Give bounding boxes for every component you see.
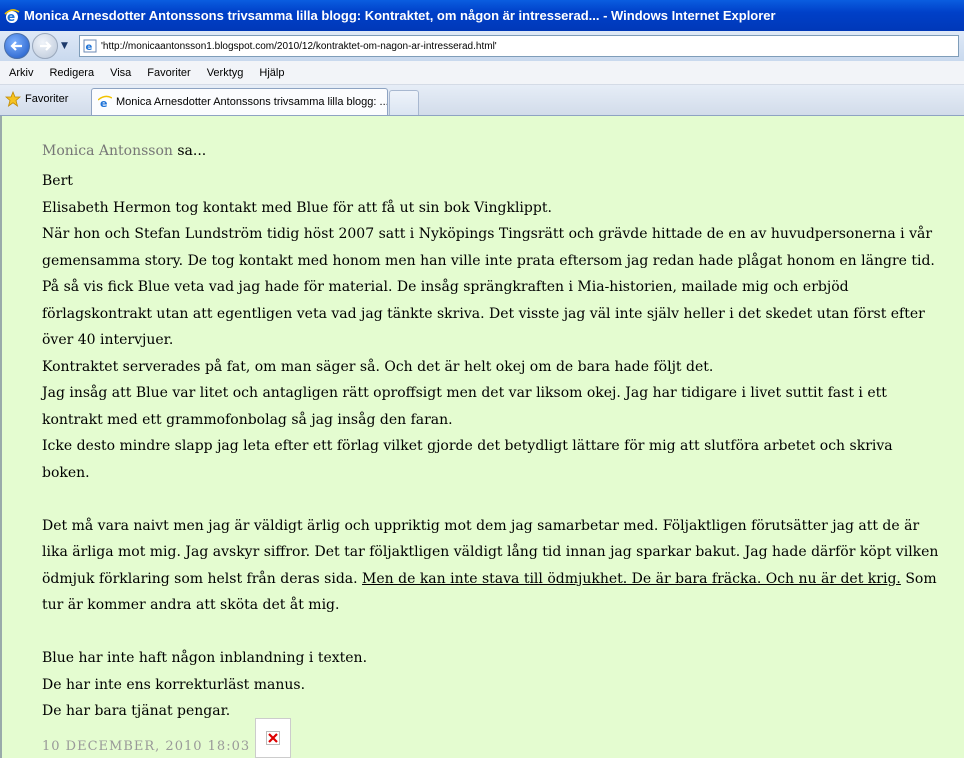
comment-line: Kontraktet serverades på fat, om man säg…: [42, 358, 714, 375]
internet-explorer-icon: e: [4, 8, 20, 24]
menu-arkiv[interactable]: Arkiv: [0, 67, 40, 79]
comment-line: På så vis fick Blue veta vad jag hade fö…: [42, 279, 925, 348]
tab-bar: Favoriter e Monica Arnesdotter Antonsson…: [0, 85, 964, 116]
svg-text:e: e: [86, 42, 93, 53]
comment-line: När hon och Stefan Lundström tidig höst …: [42, 226, 935, 269]
comment-header: Monica Antonsson sa...: [42, 138, 942, 164]
forward-arrow-icon: [40, 41, 52, 51]
comment-author-link[interactable]: Monica Antonsson: [42, 143, 173, 159]
menu-redigera[interactable]: Redigera: [40, 67, 101, 79]
inline-link[interactable]: Men de kan inte stava till ödmjukhet. De…: [362, 571, 901, 587]
comment-line: Blue har inte haft någon inblandning i t…: [42, 650, 368, 666]
star-icon: [5, 91, 21, 107]
forward-button[interactable]: [32, 33, 58, 59]
page-content: Monica Antonsson sa... Bert Elisabeth He…: [0, 116, 964, 758]
comment: Monica Antonsson sa... Bert Elisabeth He…: [42, 138, 942, 725]
url-field[interactable]: e: [79, 35, 959, 57]
broken-image[interactable]: [255, 718, 292, 758]
comment-timestamp[interactable]: 10 DECEMBER, 2010 18:03: [42, 739, 250, 754]
back-arrow-icon: [10, 41, 22, 51]
page-icon: e: [83, 39, 97, 53]
new-tab-button[interactable]: [389, 90, 419, 115]
comment-paragraph: Det må vara naivt men jag är väldigt ärl…: [42, 513, 942, 619]
comment-line: De har inte ens korrekturläst manus.: [42, 676, 306, 693]
menu-bar: Arkiv Redigera Visa Favoriter Verktyg Hj…: [0, 61, 964, 85]
comment-line: Icke desto mindre slapp jag leta efter e…: [42, 438, 893, 481]
url-input[interactable]: [101, 40, 941, 52]
tab-label: Monica Arnesdotter Antonssons trivsamma …: [116, 96, 388, 108]
menu-visa[interactable]: Visa: [101, 67, 138, 79]
favorites-button[interactable]: Favoriter: [5, 91, 68, 107]
comment-line: Elisabeth Hermon tog kontakt med Blue fö…: [42, 199, 552, 216]
back-button[interactable]: [4, 33, 30, 59]
says-label: sa...: [172, 143, 207, 159]
history-dropdown-icon[interactable]: ▼: [61, 41, 73, 51]
menu-hjalp[interactable]: Hjälp: [250, 67, 291, 79]
menu-verktyg[interactable]: Verktyg: [198, 67, 251, 79]
comment-footer: 10 DECEMBER, 2010 18:03: [42, 714, 292, 758]
menu-favoriter[interactable]: Favoriter: [138, 67, 197, 79]
tab-active[interactable]: e Monica Arnesdotter Antonssons trivsamm…: [91, 88, 388, 115]
window-title: Monica Arnesdotter Antonssons trivsamma …: [24, 8, 776, 23]
page-icon: e: [98, 95, 112, 109]
svg-text:e: e: [100, 97, 107, 109]
favorites-label: Favoriter: [25, 93, 69, 105]
window-titlebar: e Monica Arnesdotter Antonssons trivsamm…: [0, 0, 964, 31]
address-bar: ▼ e: [0, 31, 964, 61]
comment-line: Bert: [42, 173, 73, 189]
comment-line: Jag insåg att Blue var litet och antagli…: [42, 385, 887, 428]
comment-body: Bert Elisabeth Hermon tog kontakt med Bl…: [42, 168, 942, 725]
broken-image-icon: [266, 731, 281, 745]
